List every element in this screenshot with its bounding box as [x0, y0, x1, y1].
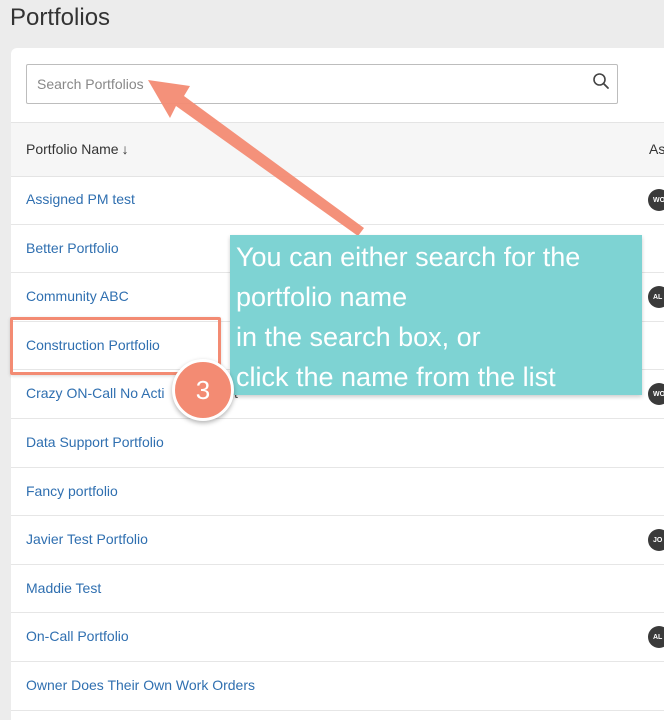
portfolio-link[interactable]: Owner Does Their Own Work Orders — [26, 677, 255, 693]
portfolio-list: Assigned PM test WO Better Portfolio Com… — [11, 176, 664, 711]
table-row: Construction Portfolio — [11, 322, 664, 371]
search-input[interactable] — [26, 64, 618, 104]
portfolios-panel: Portfolio Name ↓ As Assigned PM test WO … — [11, 48, 664, 720]
search-icon[interactable] — [592, 72, 610, 90]
table-row: Maddie Test — [11, 565, 664, 614]
table-row: Assigned PM test WO — [11, 176, 664, 225]
portfolio-link[interactable]: Data Support Portfolio — [26, 434, 164, 450]
portfolio-link[interactable]: Better Portfolio — [26, 240, 119, 256]
avatar: WO — [648, 189, 664, 211]
portfolio-link[interactable]: Assigned PM test — [26, 191, 135, 207]
portfolio-link[interactable]: On-Call Portfolio — [26, 628, 129, 644]
table-row: Fancy portfolio — [11, 468, 664, 517]
table-row: Owner Does Their Own Work Orders — [11, 662, 664, 711]
page-title: Portfolios — [10, 4, 111, 31]
portfolio-name-header-label: Portfolio Name — [26, 141, 119, 157]
avatar: JO — [648, 529, 664, 552]
portfolio-link[interactable]: Fancy portfolio — [26, 483, 118, 499]
avatar: AL — [648, 626, 664, 649]
portfolio-link[interactable]: Community ABC — [26, 288, 129, 304]
table-row: Crazy ON-Call No Acti WO — [11, 370, 664, 419]
table-row: Better Portfolio — [11, 225, 664, 274]
sort-down-arrow-icon: ↓ — [121, 141, 129, 157]
table-row: Data Support Portfolio — [11, 419, 664, 468]
avatar: AL — [648, 286, 664, 309]
table-row: Community ABC AL — [11, 273, 664, 322]
table-header: Portfolio Name ↓ As — [11, 122, 664, 177]
assigned-column-header[interactable]: As — [649, 141, 664, 157]
portfolio-link[interactable]: Construction Portfolio — [26, 337, 160, 353]
search-box — [26, 64, 618, 104]
portfolio-link[interactable]: Javier Test Portfolio — [26, 531, 148, 547]
portfolio-link[interactable]: Maddie Test — [26, 580, 101, 596]
table-row: Javier Test Portfolio JO — [11, 516, 664, 565]
avatar: WO — [648, 383, 664, 406]
table-row: On-Call Portfolio AL — [11, 613, 664, 662]
portfolio-link[interactable]: Crazy ON-Call No Acti — [26, 385, 164, 401]
portfolio-name-column-header[interactable]: Portfolio Name ↓ — [26, 141, 129, 157]
